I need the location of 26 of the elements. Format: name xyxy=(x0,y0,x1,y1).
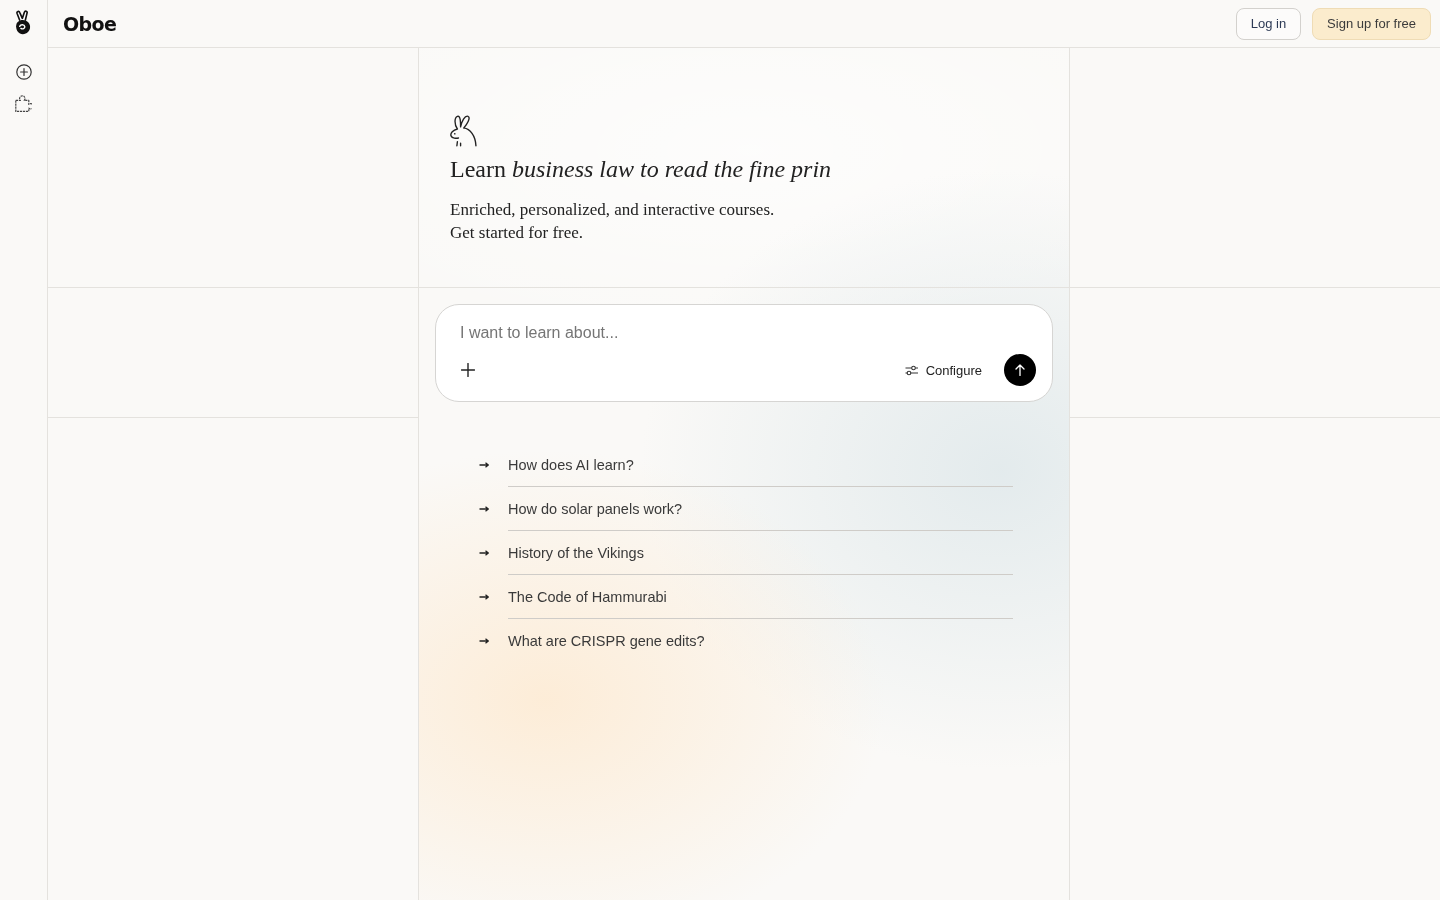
puzzle-icon[interactable] xyxy=(15,95,32,112)
arrow-up-icon xyxy=(1015,364,1025,376)
suggestion-link[interactable]: How do solar panels work? xyxy=(479,487,1013,531)
send-button[interactable] xyxy=(1004,354,1036,386)
suggestion-link[interactable]: How does AI learn? xyxy=(479,443,1013,487)
logo-icon[interactable] xyxy=(14,10,31,35)
sign-up-button[interactable]: Sign up for free xyxy=(1312,7,1431,40)
sliders-icon xyxy=(904,364,918,376)
subtitle-line: Enriched, personalized, and interactive courses. xyxy=(450,199,776,221)
suggestion-link[interactable]: What are CRISPR gene edits? xyxy=(479,619,1013,663)
plus-icon[interactable] xyxy=(461,363,475,377)
configure-button[interactable]: Configure xyxy=(904,362,982,378)
arrow-right-icon xyxy=(479,550,489,556)
arrow-right-icon xyxy=(479,638,489,644)
arrow-right-icon xyxy=(479,594,489,600)
arrow-right-icon xyxy=(479,462,489,468)
hero-title: Learn business law to read the fine prin xyxy=(450,155,833,184)
suggestion-link[interactable]: History of the Vikings xyxy=(479,531,1013,575)
subtitle-line: Get started for free. xyxy=(450,222,585,244)
input-field[interactable]: I want to learn about... xyxy=(460,319,820,347)
rabbit-icon xyxy=(450,115,477,147)
suggestion-link[interactable]: The Code of Hammurabi xyxy=(479,575,1013,619)
plus-circle-icon[interactable] xyxy=(15,64,32,80)
arrow-right-icon xyxy=(479,506,489,512)
log-in-button[interactable]: Log in xyxy=(1235,7,1302,40)
brand-name[interactable]: Oboe xyxy=(63,12,117,35)
